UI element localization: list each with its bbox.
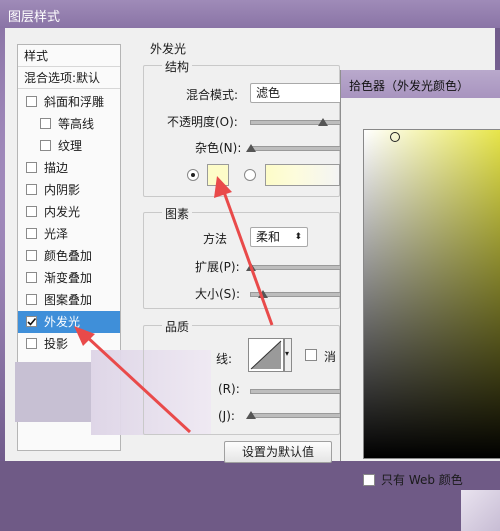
arrow-head-icon [214,176,232,198]
web-only-checkbox[interactable] [363,474,375,486]
arrow-line [222,191,274,326]
annotation-arrows [74,176,274,434]
blurred-region [461,490,500,531]
web-only-label: 只有 Web 颜色 [381,473,463,487]
arrow-line [84,334,192,434]
